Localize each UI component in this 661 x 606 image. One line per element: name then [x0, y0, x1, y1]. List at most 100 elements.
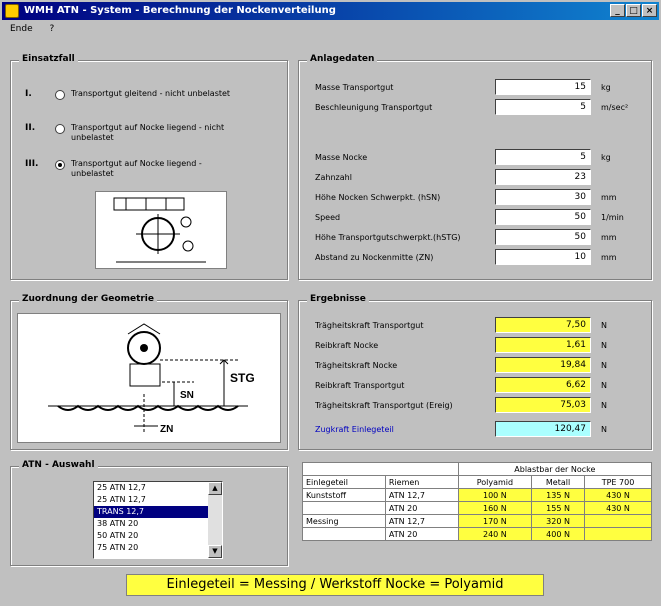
table-cell: ATN 12,7: [384, 488, 459, 502]
res-1-value: 7,50: [495, 317, 591, 333]
masse-nocke-label: Masse Nocke: [315, 152, 368, 162]
table-row: Messing ATN 12,7 170 N 320 N: [302, 514, 652, 528]
atn-item[interactable]: 25 ATN 12,7: [94, 494, 222, 506]
einsatzfall-title: Einsatzfall: [19, 54, 78, 64]
table-cell: 320 N: [531, 514, 586, 528]
option-2-label: Transportgut auf Nocke liegend - nicht u…: [71, 123, 225, 142]
masse-transportgut-input[interactable]: 15: [495, 79, 591, 95]
table-cell: Kunststoff: [302, 488, 386, 502]
table-cell: 240 N: [457, 527, 533, 541]
zahnzahl-label: Zahnzahl: [315, 172, 352, 182]
hstg-input[interactable]: 50: [495, 229, 591, 245]
table-row: ATN 20 240 N 400 N: [302, 527, 652, 541]
hsn-input[interactable]: 30: [495, 189, 591, 205]
field-zahnzahl: Zahnzahl 23: [315, 169, 601, 185]
res-row-6: Zugkraft Einlegeteil 120,47 N: [315, 421, 607, 437]
beschleunigung-unit: m/sec²: [601, 102, 629, 112]
atn-item[interactable]: 25 ATN 12,7: [94, 482, 222, 494]
hstg-unit: mm: [601, 232, 617, 242]
zn-input[interactable]: 10: [495, 249, 591, 265]
table-cell: 160 N: [457, 501, 533, 515]
option-3-label: Transportgut auf Nocke liegend - unbelas…: [71, 159, 202, 178]
atn-item[interactable]: 75 ATN 20: [94, 542, 222, 554]
res-2-label: Reibkraft Nocke: [315, 340, 379, 350]
hsn-unit: mm: [601, 192, 617, 202]
atn-item[interactable]: 50 ATN 20: [94, 530, 222, 542]
table-cell: ATN 20: [384, 527, 459, 541]
table-row: Kunststoff ATN 12,7 100 N 135 N 430 N: [302, 488, 652, 502]
menu-help[interactable]: ?: [50, 24, 55, 34]
table-cell: ATN 20: [384, 501, 459, 515]
option-3-radio[interactable]: [55, 160, 65, 170]
table-cell: 100 N: [457, 488, 533, 502]
einsatzfall-group: Einsatzfall I. Transportgut gleitend - n…: [10, 54, 288, 280]
option-1-radio[interactable]: [55, 90, 65, 100]
menu-bar: Ende ?: [2, 21, 659, 37]
res-row-1: Trägheitskraft Transportgut 7,50 N: [315, 317, 607, 333]
atn-item-selected[interactable]: TRANS 12,7: [94, 506, 222, 518]
res-4-unit: N: [601, 380, 607, 390]
res-5-label: Trägheitskraft Transportgut (Ereig): [315, 400, 453, 410]
anlagedaten-group: Anlagedaten Masse Transportgut 15 kg Bes…: [298, 54, 652, 280]
field-speed: Speed 50 1/min: [315, 209, 624, 225]
close-button[interactable]: ×: [642, 4, 657, 17]
zahnzahl-input[interactable]: 23: [495, 169, 591, 185]
res-row-4: Reibkraft Transportgut 6,62 N: [315, 377, 607, 393]
maximize-button[interactable]: □: [626, 4, 641, 17]
atn-scrollbar[interactable]: ▲ ▼: [208, 482, 222, 558]
res-row-5: Trägheitskraft Transportgut (Ereig) 75,0…: [315, 397, 607, 413]
einsatzfall-diagram: [95, 191, 227, 269]
option-1-roman: I.: [25, 89, 32, 99]
field-hstg: Höhe Transportgutschwerpkt.(hSTG) 50 mm: [315, 229, 617, 245]
masse-transportgut-unit: kg: [601, 82, 611, 92]
res-4-label: Reibkraft Transportgut: [315, 380, 405, 390]
zn-unit: mm: [601, 252, 617, 262]
load-table: Ablastbar der Nocke Einlegeteil Riemen P…: [302, 462, 653, 541]
zuordnung-title: Zuordnung der Geometrie: [19, 294, 157, 304]
window-title: WMH ATN - System - Berechnung der Nocken…: [24, 5, 336, 16]
option-2[interactable]: II. Transportgut auf Nocke liegend - nic…: [25, 123, 241, 143]
scroll-up-icon[interactable]: ▲: [208, 482, 222, 495]
atn-listbox[interactable]: 25 ATN 12,7 25 ATN 12,7 TRANS 12,7 38 AT…: [93, 481, 223, 559]
table-cell: 135 N: [531, 488, 586, 502]
scroll-down-icon[interactable]: ▼: [208, 545, 222, 558]
atn-group: ATN - Auswahl 25 ATN 12,7 25 ATN 12,7 TR…: [10, 460, 288, 566]
beschleunigung-label: Beschleunigung Transportgut: [315, 102, 433, 112]
table-cell: ATN 12,7: [384, 514, 459, 528]
scroll-track[interactable]: [208, 495, 222, 545]
option-3[interactable]: III. Transportgut auf Nocke liegend - un…: [25, 159, 241, 179]
masse-nocke-input[interactable]: 5: [495, 149, 591, 165]
beschleunigung-input[interactable]: 5: [495, 99, 591, 115]
field-masse-transportgut: Masse Transportgut 15 kg: [315, 79, 611, 95]
table-cell: [302, 501, 386, 515]
table-cell: Messing: [302, 514, 386, 528]
option-2-roman: II.: [25, 123, 36, 133]
menu-ende[interactable]: Ende: [10, 24, 33, 34]
speed-input[interactable]: 50: [495, 209, 591, 225]
speed-label: Speed: [315, 212, 341, 222]
table-header: TPE 700: [584, 475, 652, 489]
option-1[interactable]: I. Transportgut gleitend - nicht unbelas…: [25, 89, 241, 100]
res-3-unit: N: [601, 360, 607, 370]
atn-item[interactable]: 38 ATN 20: [94, 518, 222, 530]
res-row-2: Reibkraft Nocke 1,61 N: [315, 337, 607, 353]
minimize-button[interactable]: _: [610, 4, 625, 17]
masse-transportgut-label: Masse Transportgut: [315, 82, 394, 92]
res-row-3: Trägheitskraft Nocke 19,84 N: [315, 357, 607, 373]
table-cell: [584, 514, 652, 528]
option-2-radio[interactable]: [55, 124, 65, 134]
table-corner: [302, 462, 459, 476]
table-group-header: Ablastbar der Nocke: [457, 462, 653, 476]
atn-title: ATN - Auswahl: [19, 460, 98, 470]
einsatzfall-diagram-icon: [113, 197, 206, 263]
res-4-value: 6,62: [495, 377, 591, 393]
field-beschleunigung: Beschleunigung Transportgut 5 m/sec²: [315, 99, 628, 115]
field-zn: Abstand zu Nockenmitte (ZN) 10 mm: [315, 249, 617, 265]
res-1-label: Trägheitskraft Transportgut: [315, 320, 424, 330]
table-header: Riemen: [384, 475, 459, 489]
res-6-value: 120,47: [495, 421, 591, 437]
field-masse-nocke: Masse Nocke 5 kg: [315, 149, 611, 165]
hsn-label: Höhe Nocken Schwerpkt. (hSN): [315, 192, 441, 202]
ergebnisse-title: Ergebnisse: [307, 294, 369, 304]
res-2-unit: N: [601, 340, 607, 350]
